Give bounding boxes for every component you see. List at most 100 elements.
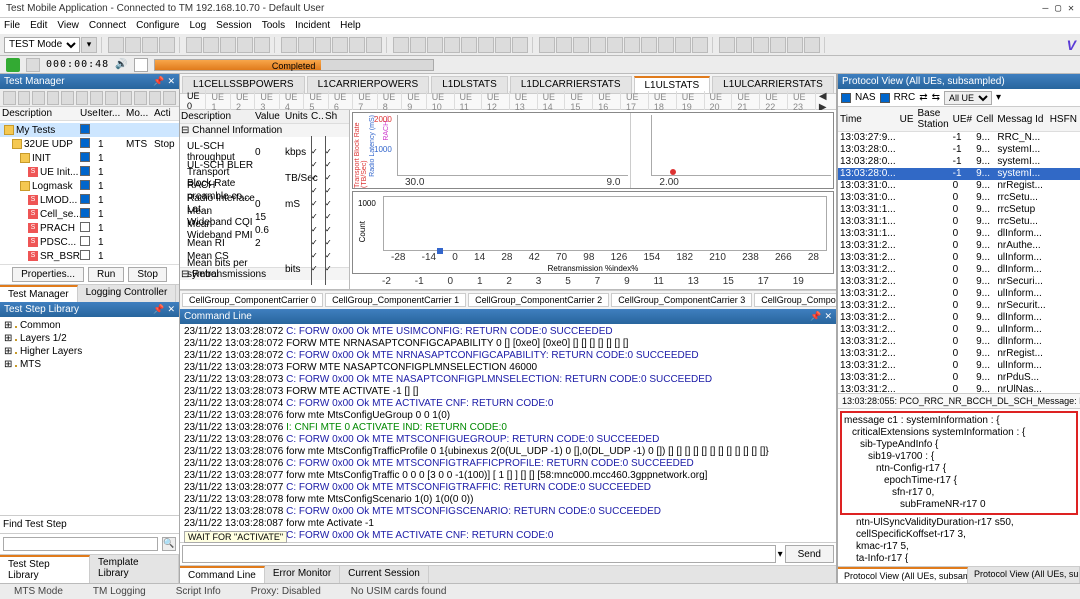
tab-protocol-1[interactable]: Protocol View (All UEs, subsampled) bbox=[838, 567, 968, 583]
send-button[interactable]: Send bbox=[785, 545, 834, 563]
tm-toolbar-icon[interactable] bbox=[76, 91, 89, 105]
protocol-row[interactable]: 13:03:31:1...09...rrcSetu... bbox=[838, 216, 1080, 228]
tm-toolbar-icon[interactable] bbox=[61, 91, 74, 105]
toolbar-icon[interactable] bbox=[220, 37, 236, 53]
command-dropdown-icon[interactable]: ▾ bbox=[778, 549, 783, 560]
search-icon[interactable]: 🔍 bbox=[162, 537, 176, 551]
toolbar-icon[interactable] bbox=[719, 37, 735, 53]
use-checkbox[interactable] bbox=[80, 124, 90, 134]
play-button[interactable] bbox=[6, 58, 20, 72]
toolbar-icon[interactable] bbox=[393, 37, 409, 53]
protocol-row[interactable]: 13:03:31:2...09...dlInform... bbox=[838, 312, 1080, 324]
protocol-row[interactable]: 13:03:31:2...09...nrRegist... bbox=[838, 348, 1080, 360]
menu-configure[interactable]: Configure bbox=[136, 20, 179, 31]
tab-test-manager[interactable]: Test Manager bbox=[0, 285, 78, 302]
cellgroup-tab[interactable]: CellGroup_ComponentCarrier 4 bbox=[754, 293, 836, 307]
protocol-tree[interactable]: message c1 : systemInformation : {critic… bbox=[838, 409, 1080, 566]
toolbar-icon[interactable] bbox=[495, 37, 511, 53]
arrow-icon[interactable]: ⇄ bbox=[919, 92, 927, 103]
toolbar-icon[interactable] bbox=[427, 37, 443, 53]
menu-view[interactable]: View bbox=[57, 20, 79, 31]
protocol-row[interactable]: 13:03:31:2...09...ulInform... bbox=[838, 360, 1080, 372]
menu-session[interactable]: Session bbox=[216, 20, 252, 31]
tm-toolbar-icon[interactable] bbox=[163, 91, 176, 105]
rrc-checkbox[interactable] bbox=[880, 93, 890, 103]
toolbar-icon[interactable] bbox=[142, 37, 158, 53]
tree-row[interactable]: 32UE UDP1MTSStop bbox=[0, 137, 179, 151]
tree-row[interactable]: SPDSC...1 bbox=[0, 235, 179, 249]
toolbar-icon[interactable] bbox=[332, 37, 348, 53]
tab-logging-controller[interactable]: Logging Controller bbox=[78, 285, 177, 302]
properties-button[interactable]: Properties... bbox=[12, 267, 84, 282]
toolbar-icon[interactable] bbox=[315, 37, 331, 53]
toolbar-icon[interactable] bbox=[444, 37, 460, 53]
close-panel-icon[interactable]: ✕ bbox=[824, 311, 832, 322]
pin-icon[interactable]: 📌 bbox=[153, 304, 164, 315]
toolbar-icon[interactable] bbox=[349, 37, 365, 53]
use-checkbox[interactable] bbox=[80, 208, 90, 218]
tree-row[interactable]: Logmask1 bbox=[0, 179, 179, 193]
protocol-row[interactable]: 13:03:31:2...09...dlInform... bbox=[838, 336, 1080, 348]
protocol-row[interactable]: 13:03:28:0...-19...systemI...0 bbox=[838, 156, 1080, 168]
chart-icon[interactable] bbox=[134, 58, 148, 72]
menu-help[interactable]: Help bbox=[340, 20, 361, 31]
tree-row[interactable]: SCell_se...1 bbox=[0, 207, 179, 221]
tm-toolbar-icon[interactable] bbox=[18, 91, 31, 105]
use-checkbox[interactable] bbox=[80, 138, 90, 148]
protocol-row[interactable]: 13:03:31:2...09...dlInform... bbox=[838, 264, 1080, 276]
toolbar-icon[interactable] bbox=[298, 37, 314, 53]
test-tree[interactable]: My Tests32UE UDP1MTSStopINIT1SUE Init...… bbox=[0, 121, 179, 264]
tree-row[interactable]: SPRACH1 bbox=[0, 221, 179, 235]
protocol-row[interactable]: 13:03:31:2...09...ulInform... bbox=[838, 252, 1080, 264]
protocol-table[interactable]: TimeUEBase StationUE#CellMessag IdHSFNSF… bbox=[838, 107, 1080, 393]
toolbar-icon[interactable] bbox=[461, 37, 477, 53]
close-panel-icon[interactable]: ✕ bbox=[167, 76, 175, 87]
toolbar-icon[interactable] bbox=[125, 37, 141, 53]
tm-toolbar-icon[interactable] bbox=[90, 91, 103, 105]
maximize-button[interactable]: ▢ bbox=[1055, 3, 1061, 14]
use-checkbox[interactable] bbox=[80, 236, 90, 246]
toolbar-icon[interactable] bbox=[804, 37, 820, 53]
protocol-row[interactable]: 13:03:27:9...-19...RRC_N... bbox=[838, 132, 1080, 144]
protocol-row[interactable]: 13:03:31:2...09...nrSecuri... bbox=[838, 276, 1080, 288]
use-checkbox[interactable] bbox=[80, 194, 90, 204]
ue-filter-select[interactable]: All UE bbox=[944, 91, 992, 105]
protocol-row[interactable]: 13:03:31:2...09...nrPduS... bbox=[838, 372, 1080, 384]
mode-select[interactable]: TEST Mode bbox=[4, 37, 80, 53]
toolbar-icon[interactable] bbox=[753, 37, 769, 53]
toolbar-icon[interactable] bbox=[787, 37, 803, 53]
step-library-tree[interactable]: ⊞ Common⊞ Layers 1/2⊞ Higher Layers⊞ MTS bbox=[0, 317, 179, 377]
toolbar-icon[interactable] bbox=[159, 37, 175, 53]
find-step-input[interactable] bbox=[3, 537, 158, 551]
close-button[interactable]: ✕ bbox=[1068, 3, 1074, 14]
protocol-row[interactable]: 13:03:28:0...-19...systemI...0 bbox=[838, 144, 1080, 156]
record-icon[interactable] bbox=[26, 58, 40, 72]
toolbar-icon[interactable] bbox=[590, 37, 606, 53]
toolbar-icon[interactable] bbox=[108, 37, 124, 53]
use-checkbox[interactable] bbox=[80, 222, 90, 232]
toolbar-icon[interactable] bbox=[736, 37, 752, 53]
cellgroup-tab[interactable]: CellGroup_ComponentCarrier 2 bbox=[468, 293, 609, 307]
menu-log[interactable]: Log bbox=[189, 20, 206, 31]
protocol-row[interactable]: 13:03:31:1...09...dlInform... bbox=[838, 228, 1080, 240]
protocol-row[interactable]: 13:03:31:2...09...ulInform... bbox=[838, 324, 1080, 336]
speaker-icon[interactable]: 🔊 bbox=[115, 59, 127, 70]
arrow-icon[interactable]: ⇆ bbox=[932, 92, 940, 103]
command-log[interactable]: 23/11/22 13:03:28:072 C: FORW 0x00 Ok MT… bbox=[180, 324, 836, 542]
protocol-row[interactable]: 13:03:31:0...09...rrcSetu... bbox=[838, 192, 1080, 204]
dropdown-icon[interactable]: ▾ bbox=[996, 92, 1001, 103]
pin-icon[interactable]: 📌 bbox=[810, 311, 821, 322]
protocol-row[interactable]: 13:03:31:1...09...rrcSetup bbox=[838, 204, 1080, 216]
tree-row[interactable]: SLMOD...1 bbox=[0, 193, 179, 207]
protocol-row[interactable]: 13:03:31:2...09...nrSecurit... bbox=[838, 300, 1080, 312]
toolbar-icon[interactable] bbox=[658, 37, 674, 53]
tm-toolbar-icon[interactable] bbox=[134, 91, 147, 105]
menu-file[interactable]: File bbox=[4, 20, 20, 31]
toolbar-icon[interactable] bbox=[478, 37, 494, 53]
menu-edit[interactable]: Edit bbox=[30, 20, 47, 31]
cellgroup-tab[interactable]: CellGroup_ComponentCarrier 0 bbox=[182, 293, 323, 307]
cellgroup-tab[interactable]: CellGroup_ComponentCarrier 3 bbox=[611, 293, 752, 307]
toolbar-icon[interactable] bbox=[203, 37, 219, 53]
tab-command-line[interactable]: Command Line bbox=[180, 566, 265, 583]
tab-error-monitor[interactable]: Error Monitor bbox=[265, 566, 340, 583]
